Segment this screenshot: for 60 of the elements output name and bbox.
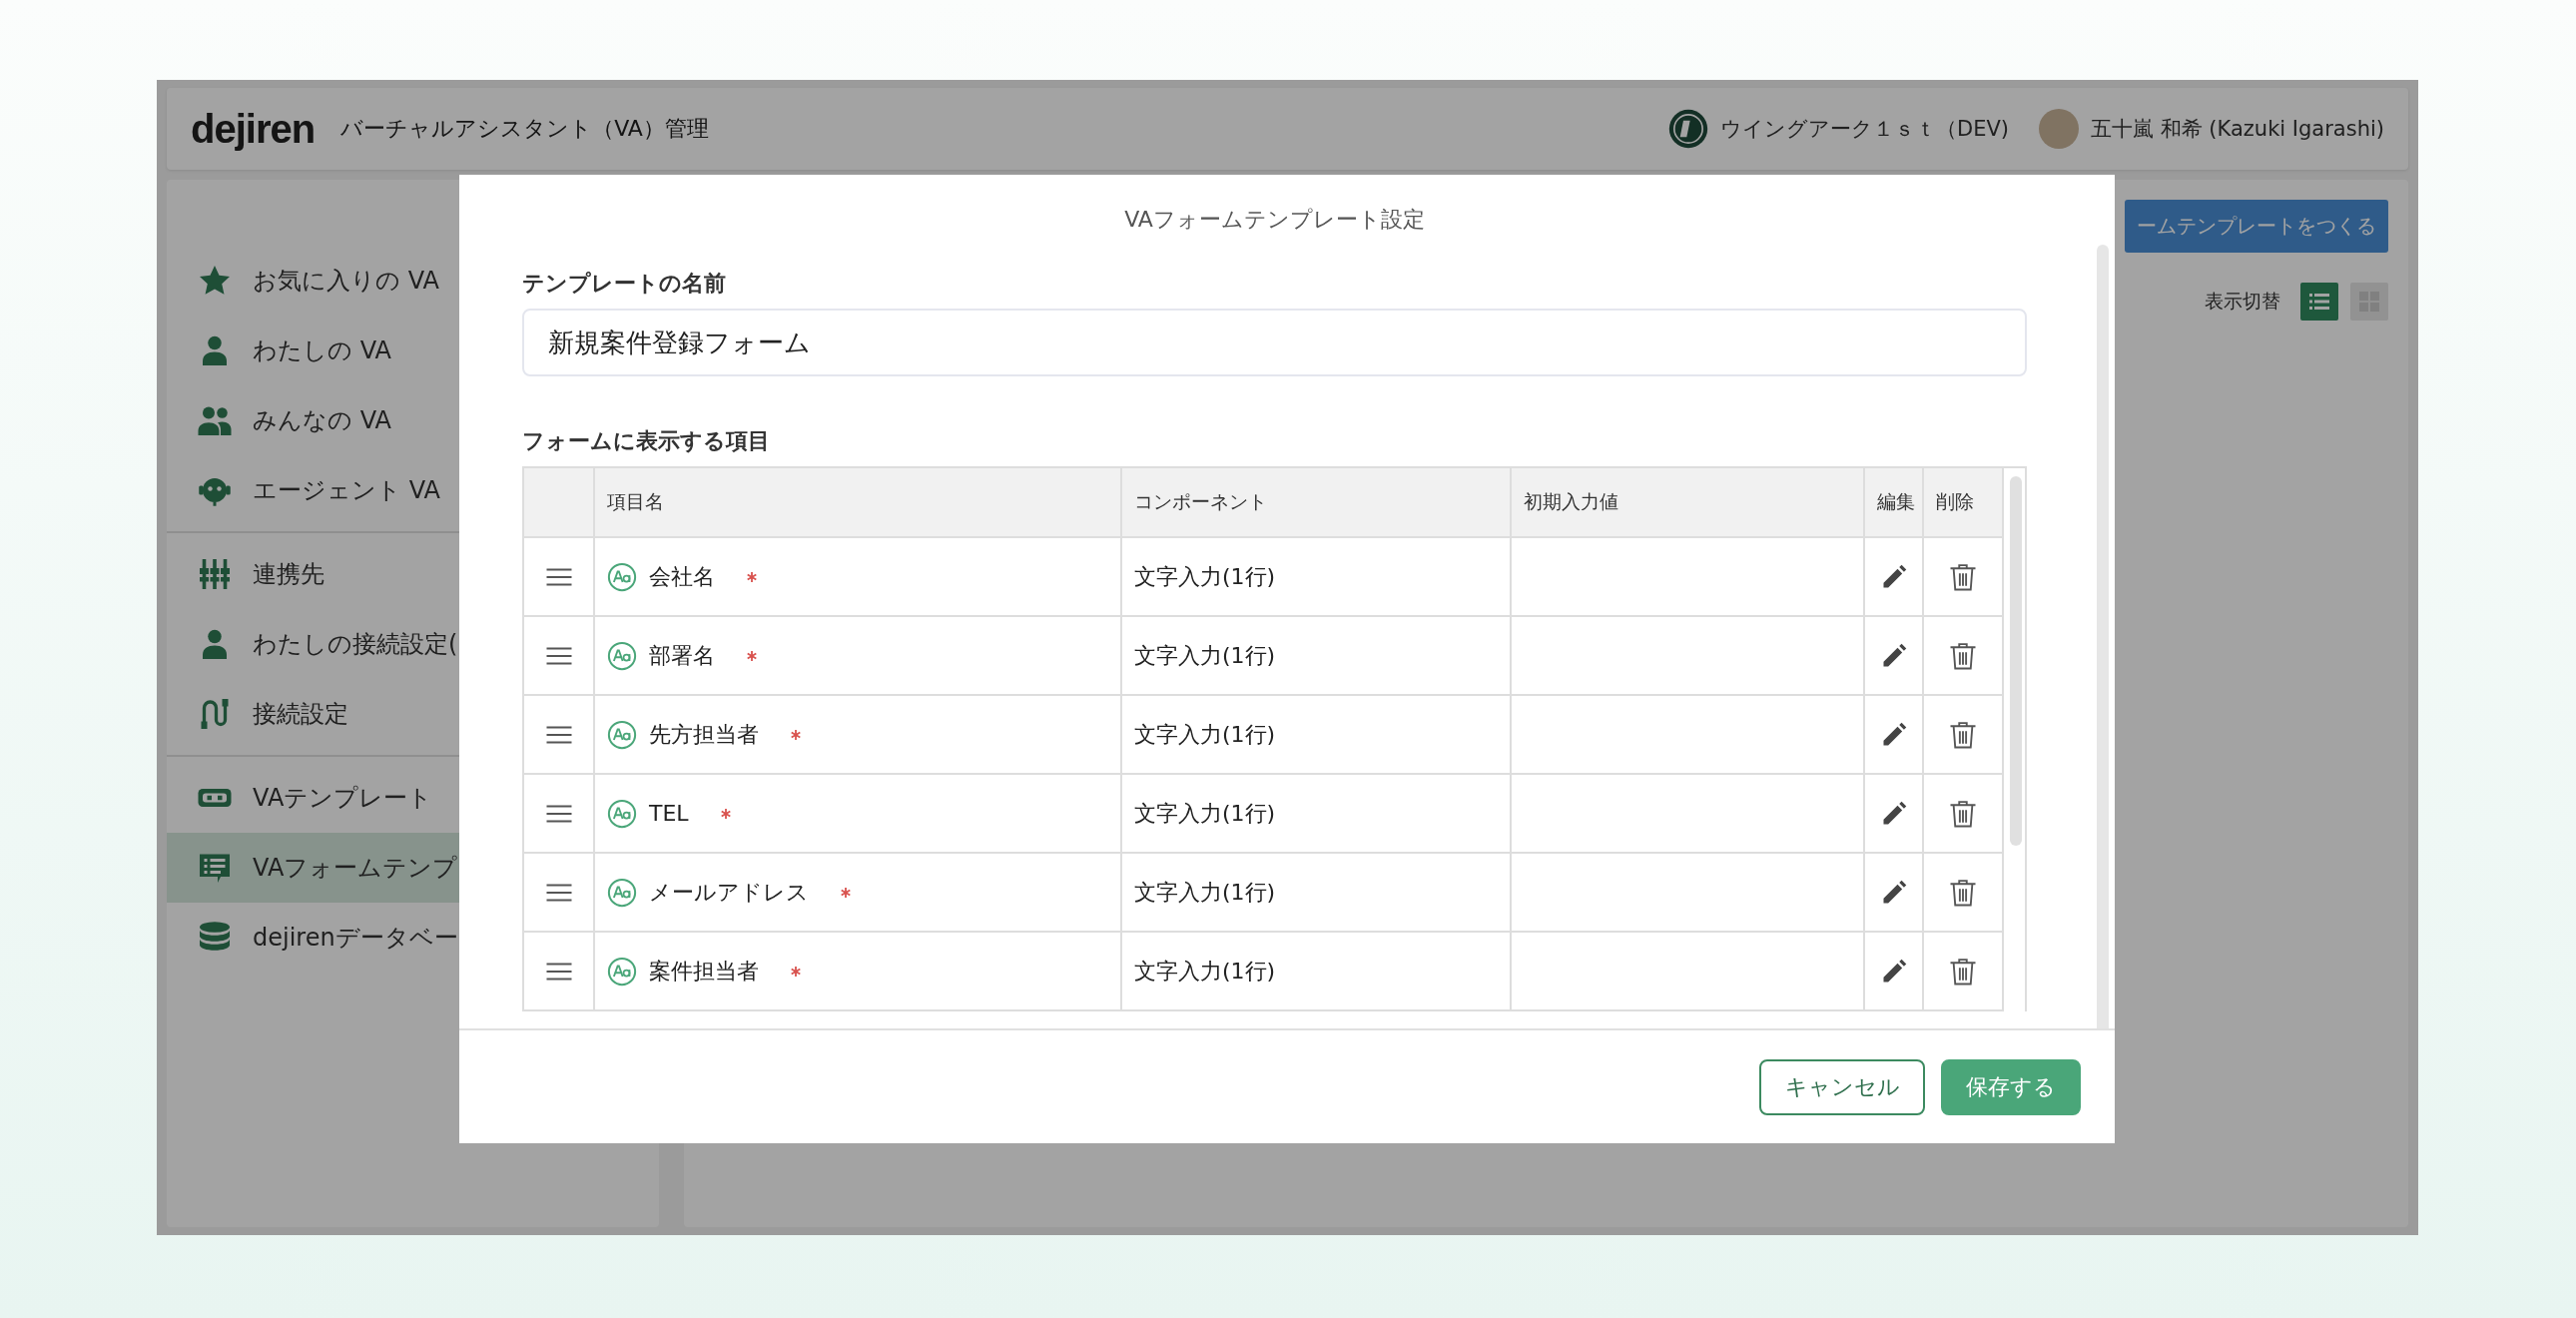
- trash-icon: [1948, 640, 1978, 671]
- drag-handle[interactable]: [524, 854, 595, 933]
- field-name: 部署名: [649, 641, 715, 670]
- trash-icon: [1948, 956, 1978, 987]
- field-label: テンプレートの名前: [522, 270, 727, 298]
- edit-button[interactable]: [1865, 775, 1924, 854]
- logo: dejiren: [191, 106, 316, 152]
- trash-icon: [1948, 798, 1978, 829]
- drag-handle[interactable]: [524, 775, 595, 854]
- table-cell: 文字入力(1行): [1122, 617, 1512, 696]
- table-cell: 文字入力(1行): [1122, 854, 1512, 933]
- delete-button[interactable]: [1924, 933, 2004, 1011]
- text-field-icon: [607, 640, 637, 671]
- delete-button[interactable]: [1924, 538, 2004, 617]
- table-cell: 文字入力(1行): [1122, 696, 1512, 775]
- text-field-icon: [607, 719, 637, 750]
- delete-button[interactable]: [1924, 775, 2004, 854]
- user-name: 五十嵐 和希 (Kazuki Igarashi): [2091, 116, 2384, 143]
- drag-handle[interactable]: [524, 696, 595, 775]
- text-field-icon: [607, 561, 637, 592]
- avatar: [2039, 109, 2079, 149]
- drag-handle[interactable]: [524, 538, 595, 617]
- text-field-icon: [607, 798, 637, 829]
- column-header: コンポーネント: [1122, 468, 1512, 538]
- drag-handle[interactable]: [524, 617, 595, 696]
- column-header: 初期入力値: [1512, 468, 1865, 538]
- app-title: バーチャルアシスタント（VA）管理: [340, 115, 709, 143]
- organization-name: ウイングアーク１ｓｔ（DEV): [1720, 116, 2009, 143]
- trash-icon: [1948, 561, 1978, 592]
- trash-icon: [1948, 719, 1978, 750]
- template-name-field[interactable]: 新規案件登録フォーム: [522, 309, 2027, 376]
- table-cell: 文字入力(1行): [1122, 933, 1512, 1011]
- table-cell: 文字入力(1行): [1122, 775, 1512, 854]
- edit-button[interactable]: [1865, 696, 1924, 775]
- delete-button[interactable]: [1924, 696, 2004, 775]
- edit-button[interactable]: [1865, 933, 1924, 1011]
- table-cell: 文字入力(1行): [1122, 538, 1512, 617]
- view-toggle-label: 表示切替: [2205, 289, 2280, 314]
- field-name: 先方担当者: [649, 720, 759, 749]
- edit-button[interactable]: [1865, 617, 1924, 696]
- drag-handle[interactable]: [524, 933, 595, 1011]
- trash-icon: [1948, 877, 1978, 908]
- field-name: 案件担当者: [649, 957, 759, 986]
- sliders-icon: [197, 556, 233, 592]
- column-header: 削除: [1924, 468, 2004, 538]
- dialog-title: VAフォームテンプレート設定: [1123, 206, 1426, 234]
- organization-logo-icon: [1668, 109, 1708, 149]
- list-view-button[interactable]: [2300, 283, 2338, 321]
- cancel-button[interactable]: キャンセル: [1759, 1058, 1925, 1115]
- field-name: TEL: [649, 801, 689, 826]
- delete-button[interactable]: [1924, 854, 2004, 933]
- edit-button[interactable]: [1865, 854, 1924, 933]
- column-header: 編集: [1865, 468, 1924, 538]
- edit-button[interactable]: [1865, 538, 1924, 617]
- text-field-icon: [607, 956, 637, 987]
- text-field-icon: [607, 877, 637, 908]
- section-label: フォームに表示する項目: [522, 427, 771, 455]
- column-header: 項目名: [595, 468, 1122, 538]
- delete-button[interactable]: [1924, 617, 2004, 696]
- field-name: 会社名: [649, 562, 715, 591]
